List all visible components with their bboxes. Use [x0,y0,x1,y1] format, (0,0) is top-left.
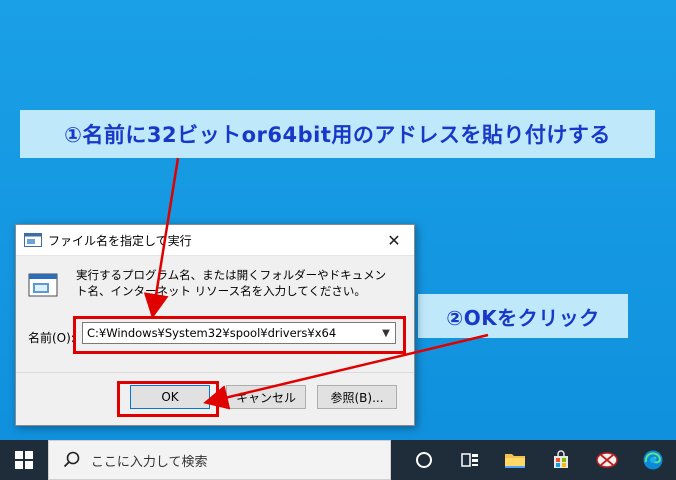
run-title-icon [24,233,42,247]
snipping-tool-button[interactable] [584,440,630,480]
highlight-ok-button [117,381,219,417]
annotation-step2: ②OKをクリック [418,294,628,338]
search-icon [63,451,80,468]
task-view-button[interactable] [447,440,493,480]
file-explorer-icon [505,454,526,468]
windows-start-icon [14,451,33,469]
annotation-step1: ①名前に32ビットor64bit用のアドレスを貼り付けする [20,110,655,158]
start-button[interactable] [0,440,48,480]
dialog-description: 実行するプログラム名、または開くフォルダーやドキュメント名、インターネット リソ… [76,268,387,298]
cancel-button[interactable]: キャンセル [226,385,306,409]
dialog-title: ファイル名を指定して実行 [48,233,192,248]
task-view-icon [460,453,478,467]
highlight-open-input [73,316,406,354]
description-area: 実行するプログラム名、または開くフォルダーやドキュメント名、インターネット リソ… [26,267,406,311]
close-icon: ✕ [387,230,401,250]
snipping-tool-icon [596,452,618,468]
edge-icon [643,450,663,470]
open-label: 名前(O): [28,331,75,345]
store-icon [554,450,569,468]
taskbar-search[interactable]: ここに入力して検索 [47,440,391,480]
search-placeholder: ここに入力して検索 [90,454,208,470]
cortana-button[interactable] [401,440,447,480]
edge-button[interactable] [630,440,676,480]
store-button[interactable] [538,440,584,480]
file-explorer-button[interactable] [493,440,539,480]
dialog-titlebar[interactable]: ファイル名を指定して実行 ✕ [16,225,414,256]
browse-button[interactable]: 参照(B)... [317,385,397,409]
cortana-icon [415,452,432,468]
run-program-icon [28,273,58,297]
taskbar: ここに入力して検索 [0,440,676,480]
close-button[interactable]: ✕ [374,225,414,255]
